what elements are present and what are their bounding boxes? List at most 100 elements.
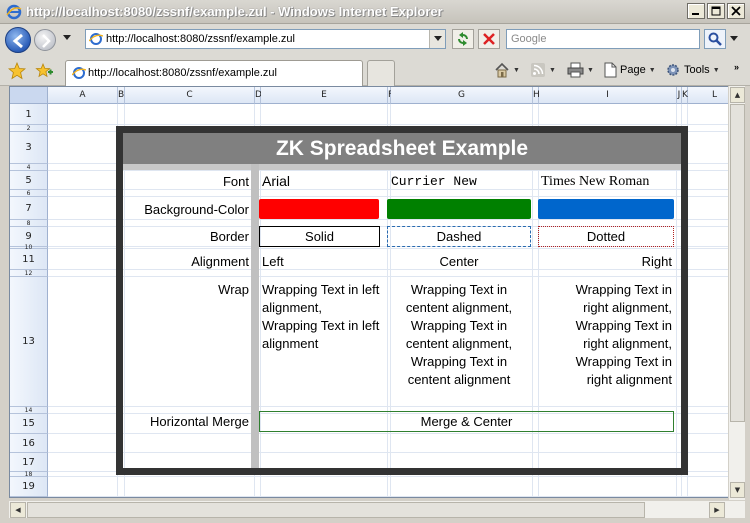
horizontal-scrollbar[interactable]: ◀ ▶ [9, 500, 745, 518]
tab-label: http://localhost:8080/zssnf/example.zul [88, 67, 277, 79]
merge-center-cell[interactable]: Merge & Center [259, 411, 674, 432]
chevron-down-icon: ▼ [513, 66, 520, 74]
scroll-right-arrow-icon[interactable]: ▶ [709, 502, 725, 518]
close-icon [731, 6, 741, 16]
row-header-3[interactable]: 3 [10, 132, 48, 164]
background-red-cell[interactable] [259, 199, 379, 219]
page-menu-button[interactable]: Page ▼ [604, 62, 656, 78]
select-all-corner[interactable] [10, 87, 48, 104]
new-tab-button[interactable] [367, 60, 395, 86]
row-header-7[interactable]: 7 [10, 197, 48, 220]
row-header-19[interactable]: 19 [10, 477, 48, 497]
border-solid-cell[interactable]: Solid [259, 226, 380, 247]
wrap-left-cell[interactable]: Wrapping Text in left alignment, Wrappin… [262, 281, 380, 353]
column-header-a[interactable]: A [48, 87, 118, 104]
stop-button[interactable] [478, 29, 500, 49]
navigation-bar: http://localhost:8080/zssnf/example.zul … [0, 24, 750, 56]
back-arrow-icon [12, 33, 23, 49]
title-underline-band [123, 164, 681, 170]
add-favorites-icon[interactable] [35, 62, 53, 80]
font-sample-times[interactable]: Times New Roman [541, 174, 649, 190]
alignment-right-cell[interactable]: Right [538, 254, 672, 269]
tab-current-page[interactable]: http://localhost:8080/zssnf/example.zul [65, 60, 363, 86]
address-text: http://localhost:8080/zssnf/example.zul [106, 33, 295, 45]
background-blue-cell[interactable] [538, 199, 674, 219]
sheet-title[interactable]: ZK Spreadsheet Example [123, 133, 681, 164]
row-header-5[interactable]: 5 [10, 171, 48, 190]
chevron-down-icon: ▼ [712, 66, 720, 74]
row-header-13[interactable]: 13 [10, 277, 48, 407]
page-menu-label: Page [620, 64, 646, 76]
row-header-15[interactable]: 15 [10, 414, 48, 434]
row-header-6[interactable]: 6 [10, 190, 48, 197]
grid-line-horizontal [48, 496, 740, 497]
label-horizontal-merge[interactable]: Horizontal Merge [121, 414, 249, 429]
double-chevron-icon: » [734, 62, 740, 72]
column-header-c[interactable]: C [125, 87, 255, 104]
tools-menu-button[interactable]: Tools ▼ [665, 62, 720, 78]
address-dropdown-button[interactable] [429, 30, 445, 48]
border-dotted-cell[interactable]: Dotted [538, 226, 674, 247]
label-alignment[interactable]: Alignment [121, 254, 249, 269]
maximize-icon [711, 6, 721, 16]
search-button[interactable] [704, 29, 726, 49]
label-background-color[interactable]: Background-Color [121, 202, 249, 217]
row-header-11[interactable]: 11 [10, 249, 48, 270]
refresh-icon [458, 32, 468, 46]
printer-icon [567, 62, 584, 78]
vertical-scroll-thumb[interactable] [730, 104, 745, 422]
column-header-g[interactable]: G [391, 87, 533, 104]
favorites-star-icon[interactable] [8, 62, 26, 80]
row-header-16[interactable]: 16 [10, 434, 48, 453]
forward-arrow-icon [42, 34, 51, 48]
label-wrap[interactable]: Wrap [121, 282, 249, 297]
recent-pages-dropdown-icon[interactable] [62, 34, 72, 42]
scroll-down-arrow-icon[interactable]: ▼ [730, 482, 745, 498]
vertical-scrollbar[interactable]: ▲ ▼ [728, 86, 745, 500]
label-font[interactable]: Font [121, 174, 249, 189]
row-header-8[interactable]: 8 [10, 220, 48, 227]
font-sample-courier[interactable]: Currier New [391, 174, 477, 189]
print-button[interactable]: ▼ [567, 62, 594, 78]
row-header-1[interactable]: 1 [10, 104, 48, 125]
home-button[interactable]: ▼ [494, 62, 520, 78]
ie-logo-icon [6, 4, 22, 20]
more-commands-button[interactable]: » [734, 62, 739, 72]
border-dashed-cell[interactable]: Dashed [387, 226, 531, 247]
wrap-center-cell[interactable]: Wrapping Text in centent alignment, Wrap… [389, 281, 529, 389]
wrap-right-cell[interactable]: Wrapping Text in right alignment, Wrappi… [553, 281, 672, 389]
minimize-button[interactable] [687, 3, 705, 19]
grid-line-horizontal [48, 124, 740, 125]
row-header-17[interactable]: 17 [10, 453, 48, 472]
chevron-down-icon [433, 36, 442, 41]
background-green-cell[interactable] [387, 199, 531, 219]
gear-icon [667, 64, 679, 76]
tab-bar: http://localhost:8080/zssnf/example.zul … [0, 56, 750, 86]
label-border[interactable]: Border [121, 229, 249, 244]
horizontal-scroll-thumb[interactable] [27, 502, 645, 518]
close-button[interactable] [727, 3, 745, 19]
chevron-down-icon: ▼ [648, 66, 656, 74]
row-header-12[interactable]: 12 [10, 270, 48, 277]
feeds-button[interactable]: ▼ [530, 62, 556, 78]
search-options-button[interactable] [727, 29, 741, 49]
address-bar[interactable]: http://localhost:8080/zssnf/example.zul [85, 29, 446, 49]
maximize-button[interactable] [707, 3, 725, 19]
column-header-e[interactable]: E [261, 87, 388, 104]
back-button[interactable] [5, 27, 31, 53]
row-header-14[interactable]: 14 [10, 407, 48, 414]
font-sample-arial[interactable]: Arial [262, 173, 290, 189]
row-header-4[interactable]: 4 [10, 164, 48, 171]
column-header-i[interactable]: I [539, 87, 677, 104]
refresh-button[interactable] [452, 29, 474, 49]
alignment-left-cell[interactable]: Left [262, 254, 284, 269]
alignment-center-cell[interactable]: Center [387, 254, 531, 269]
row-header-2[interactable]: 2 [10, 125, 48, 132]
scroll-up-arrow-icon[interactable]: ▲ [730, 87, 745, 103]
grid-line-horizontal [48, 476, 740, 477]
forward-button[interactable] [34, 29, 56, 51]
scroll-left-arrow-icon[interactable]: ◀ [10, 502, 26, 518]
home-icon [495, 62, 509, 78]
column-header-b[interactable]: B [118, 87, 125, 104]
search-input[interactable]: Google [506, 29, 700, 49]
